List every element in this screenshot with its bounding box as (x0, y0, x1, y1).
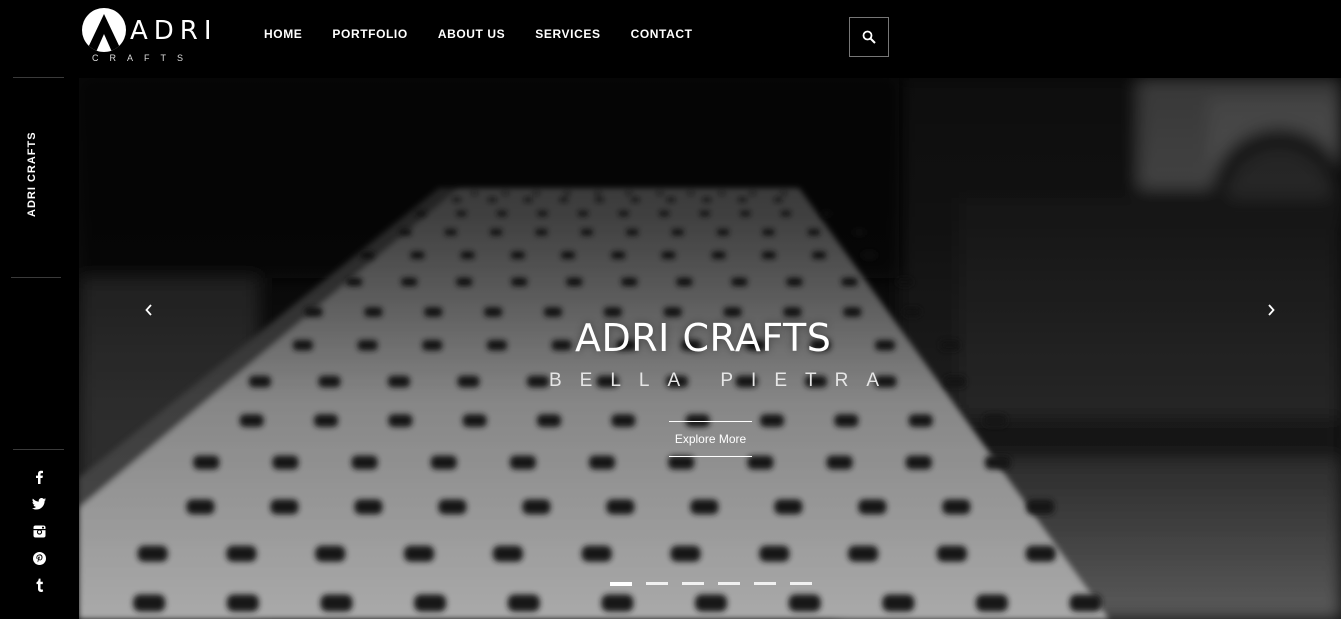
slider-dot[interactable] (754, 582, 776, 585)
page: ADRI CRAFTS HOME PORTFOLIO ABOUT US SERV… (0, 0, 1341, 619)
slider-dot[interactable] (646, 582, 668, 585)
main-nav: HOME PORTFOLIO ABOUT US SERVICES CONTACT (264, 27, 723, 43)
slider-dot[interactable] (610, 582, 632, 586)
facebook-icon (36, 470, 43, 484)
next-slide-button[interactable] (1256, 295, 1286, 325)
search-icon (862, 30, 876, 44)
logo-tagline: CRAFTS (92, 53, 194, 63)
logo-wordmark: ADRI (130, 16, 218, 46)
hero-subtitle: BELLA PIETRA (549, 370, 898, 391)
pinterest-link[interactable] (29, 548, 49, 568)
vertical-brand-label: ADRI CRAFTS (26, 131, 38, 217)
slider-dot[interactable] (790, 582, 812, 585)
chevron-left-icon (145, 304, 152, 316)
tumblr-link[interactable] (29, 575, 49, 595)
instagram-link[interactable] (29, 521, 49, 541)
chevron-right-icon (1268, 304, 1275, 316)
nav-home[interactable]: HOME (264, 27, 302, 43)
pinterest-icon (32, 551, 46, 565)
nav-about-us[interactable]: ABOUT US (438, 27, 505, 43)
slider-dot[interactable] (718, 582, 740, 585)
slider-dot[interactable] (682, 582, 704, 585)
slider-pagination (610, 582, 826, 586)
divider (11, 277, 61, 278)
twitter-icon (32, 498, 46, 510)
twitter-link[interactable] (29, 494, 49, 514)
nav-contact[interactable]: CONTACT (631, 27, 693, 43)
facebook-link[interactable] (29, 467, 49, 487)
divider (13, 77, 64, 78)
vertical-brand: ADRI CRAFTS (26, 131, 38, 220)
nav-services[interactable]: SERVICES (535, 27, 600, 43)
hero-title: ADRI CRAFTS (575, 316, 832, 360)
left-sidebar: ADRI CRAFTS (0, 77, 79, 619)
explore-more-button[interactable]: Explore More (669, 421, 752, 457)
brand-logo[interactable]: ADRI CRAFTS (82, 6, 212, 66)
instagram-icon (33, 525, 45, 537)
divider (13, 449, 64, 450)
search-button[interactable] (849, 17, 889, 57)
nav-portfolio[interactable]: PORTFOLIO (332, 27, 407, 43)
prev-slide-button[interactable] (134, 295, 164, 325)
logo-mark (82, 8, 126, 52)
tumblr-icon (36, 578, 43, 592)
